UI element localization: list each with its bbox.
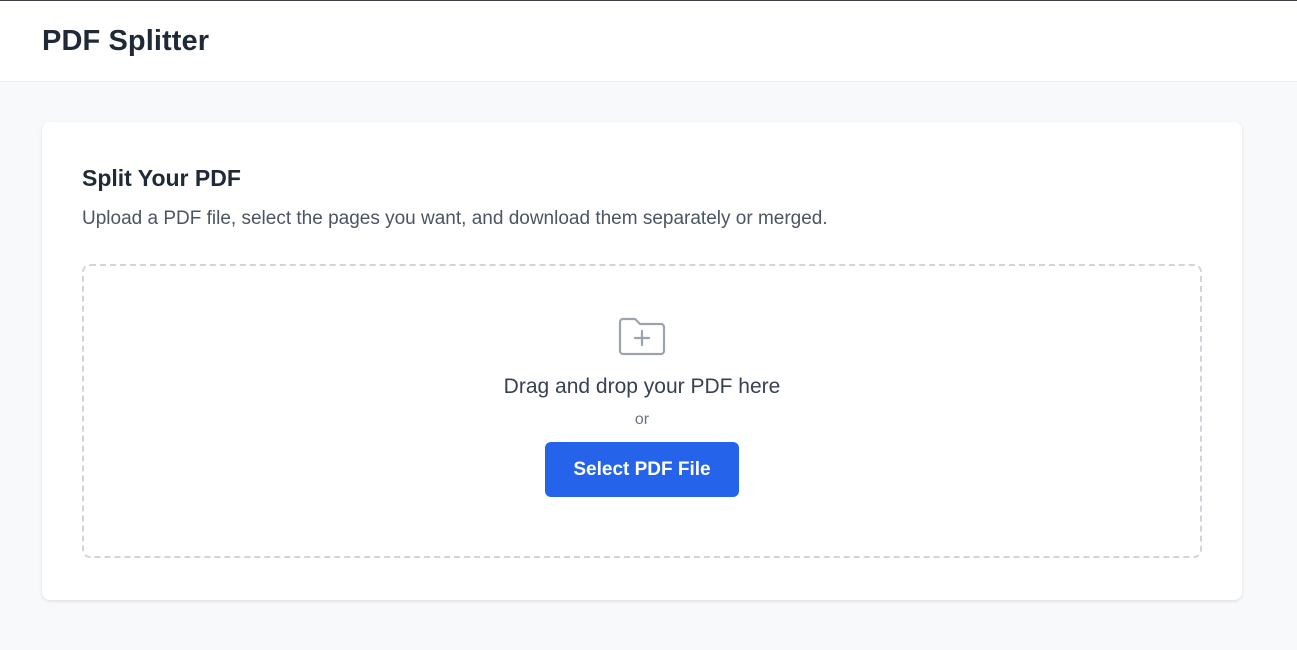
dropzone-prompt: Drag and drop your PDF here <box>503 375 781 398</box>
pdf-dropzone[interactable]: Drag and drop your PDF here or Select PD… <box>82 264 1202 558</box>
folder-plus-icon <box>618 317 666 356</box>
app-header: PDF Splitter <box>0 0 1297 82</box>
card-description: Upload a PDF file, select the pages you … <box>82 208 828 229</box>
main-content: Split Your PDF Upload a PDF file, select… <box>0 82 1297 600</box>
dropzone-separator: or <box>634 411 650 428</box>
app-title: PDF Splitter <box>42 24 210 57</box>
select-pdf-button[interactable]: Select PDF File <box>545 442 739 497</box>
split-card: Split Your PDF Upload a PDF file, select… <box>42 122 1242 600</box>
card-title: Split Your PDF <box>82 165 241 191</box>
